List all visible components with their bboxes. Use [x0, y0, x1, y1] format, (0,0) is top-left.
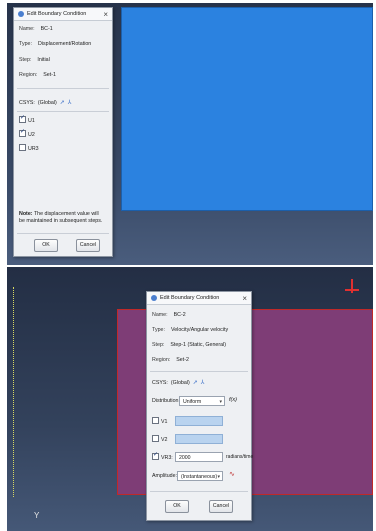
u1-checkbox[interactable]	[19, 114, 26, 123]
type-value: Displacement/Rotation	[37, 41, 92, 47]
region-value: Set-2	[176, 357, 189, 363]
csys-label: CSYS:	[19, 99, 35, 106]
type-label: Type:	[152, 327, 165, 333]
divider	[17, 111, 109, 112]
dialog-title: Edit Boundary Condition	[27, 11, 87, 17]
step-label: Step:	[152, 342, 165, 348]
cancel-button[interactable]: Cancel	[209, 500, 233, 513]
name-label: Name:	[19, 26, 35, 32]
v2-value-field[interactable]	[175, 434, 223, 444]
distribution-label: Distribution:	[152, 398, 180, 404]
cancel-button[interactable]: Cancel	[76, 239, 100, 252]
csys-value: (Global)	[170, 379, 190, 386]
vr3-label: VR3:	[161, 454, 173, 461]
region-label: Region:	[152, 357, 171, 363]
edit-bc-dialog-2: Edit Boundary Condition × Name: BC-2 Typ…	[146, 291, 254, 521]
region-value: Set-1	[43, 72, 56, 78]
distribution-select[interactable]: Uniform ▾	[179, 396, 225, 406]
type-row: Type: Velocity/Angular velocity	[152, 327, 228, 333]
distribution-value: Uniform	[183, 399, 202, 405]
dof-ur3-row[interactable]: UR3	[19, 144, 39, 152]
dof-u2-row[interactable]: U2	[19, 128, 35, 138]
step-value: Step-1 (Static, General)	[170, 342, 227, 348]
dialog-titlebar[interactable]: Edit Boundary Condition ×	[147, 292, 251, 305]
v1-checkbox[interactable]	[152, 417, 159, 424]
v2-checkbox[interactable]	[152, 435, 159, 442]
note-row: Note: The displacement value will be mai…	[19, 211, 105, 225]
select-arrow-icon[interactable]: ➚	[60, 99, 65, 106]
dialog-titlebar[interactable]: Edit Boundary Condition ×	[14, 8, 112, 21]
ur3-checkbox[interactable]	[19, 144, 26, 151]
amplitude-row: Amplitude:	[152, 473, 177, 479]
dof-v1-row: V1	[152, 417, 168, 425]
type-value: Velocity/Angular velocity	[170, 327, 229, 333]
ok-button[interactable]: OK	[165, 500, 189, 513]
abaqus-app-icon	[18, 11, 24, 17]
amplitude-create-icon[interactable]: ∿	[229, 470, 235, 478]
axis-marker-red-vertical	[351, 279, 353, 293]
name-value: BC-2	[173, 312, 186, 318]
close-icon[interactable]: ×	[103, 10, 108, 19]
divider	[150, 371, 248, 372]
region-row: Region: Set-1	[19, 72, 56, 78]
vr3-checkbox[interactable]	[152, 451, 159, 460]
name-row: Name: BC-1	[19, 26, 53, 32]
u2-checkbox[interactable]	[19, 128, 26, 137]
name-row: Name: BC-2	[152, 312, 186, 318]
name-label: Name:	[152, 312, 168, 318]
v2-label: V2	[161, 436, 168, 443]
amplitude-value: (Instantaneous)	[181, 474, 218, 480]
amplitude-select[interactable]: (Instantaneous) ▾	[177, 471, 223, 481]
distribution-row: Distribution:	[152, 398, 180, 404]
name-value: BC-1	[40, 26, 53, 32]
dof-u1-row[interactable]: U1	[19, 114, 35, 124]
type-label: Type:	[19, 41, 32, 47]
close-icon[interactable]: ×	[242, 294, 247, 303]
amplitude-label: Amplitude:	[152, 473, 178, 479]
u1-label: U1	[28, 117, 35, 124]
divider	[17, 233, 109, 234]
dof-v2-row: V2	[152, 435, 168, 443]
csys-label: CSYS:	[152, 379, 168, 386]
divider	[17, 88, 109, 89]
v1-value-field[interactable]	[175, 416, 223, 426]
region-row: Region: Set-2	[152, 357, 189, 363]
create-csys-icon[interactable]: ⅄	[68, 99, 72, 106]
part-blue-rectangle[interactable]	[121, 7, 373, 211]
region-label: Region:	[19, 72, 38, 78]
create-csys-icon[interactable]: ⅄	[201, 379, 205, 386]
csys-row: CSYS: (Global) ➚ ⅄	[152, 379, 205, 387]
v1-label: V1	[161, 418, 168, 425]
dropdown-arrow-icon: ▾	[217, 474, 220, 480]
type-row: Type: Displacement/Rotation	[19, 41, 91, 47]
divider	[150, 491, 248, 492]
abaqus-app-icon	[151, 295, 157, 301]
edit-bc-dialog-1: Edit Boundary Condition × Name: BC-1 Typ…	[13, 7, 113, 257]
csys-value: (Global)	[37, 99, 57, 106]
units-label: radians/time	[226, 454, 254, 460]
y-axis-label: Y	[34, 511, 40, 520]
note-label: Note:	[19, 211, 33, 217]
select-arrow-icon[interactable]: ➚	[193, 379, 198, 386]
csys-row: CSYS: (Global) ➚ ⅄	[19, 99, 72, 107]
vr3-value-field[interactable]: 2000	[175, 452, 223, 462]
dropdown-arrow-icon: ▾	[219, 399, 222, 405]
u2-label: U2	[28, 131, 35, 138]
fx-button[interactable]: f(x)	[229, 397, 237, 403]
boundary-marker-line	[13, 287, 14, 497]
dialog-title: Edit Boundary Condition	[160, 295, 220, 301]
step-value: Initial	[37, 57, 50, 63]
step-row: Step: Step-1 (Static, General)	[152, 342, 226, 348]
dof-vr3-row: VR3:	[152, 451, 173, 461]
ur3-label: UR3	[28, 145, 39, 152]
step-label: Step:	[19, 57, 32, 63]
ok-button[interactable]: OK	[34, 239, 58, 252]
step-row: Step: Initial	[19, 57, 50, 63]
